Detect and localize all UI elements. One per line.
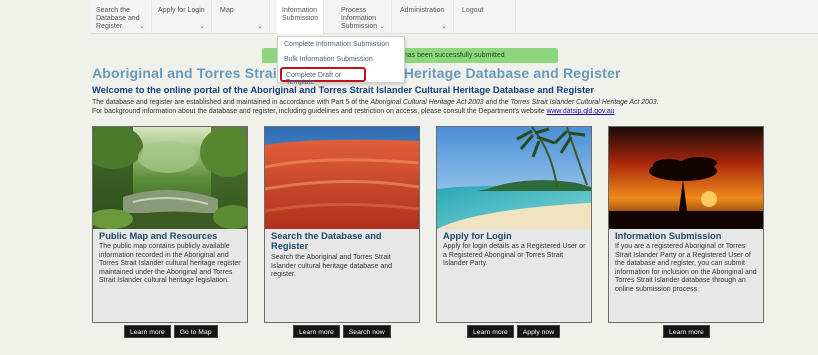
intro-text-part: and the — [483, 99, 511, 106]
act-name: Torres Strait Islander Cultural Heritage… — [510, 99, 657, 106]
nav-item-label: Logout — [462, 7, 484, 14]
act-name: Aboriginal Cultural Heritage Act 2003 — [370, 99, 484, 106]
nav-item-label: Apply for Login — [158, 7, 205, 14]
nav-item-information-submission[interactable]: Information Submission — [277, 0, 324, 34]
go-to-map-button[interactable]: Go to Map — [173, 325, 218, 338]
nav-item-label: Administration — [400, 7, 445, 14]
top-navigation: Search the Database and Register ⌄ Apply… — [90, 0, 818, 34]
apply-now-button[interactable]: Apply now — [516, 325, 561, 338]
card-buttons-apply-login: Learn more Apply now — [467, 325, 561, 338]
welcome-heading: Welcome to the online portal of the Abor… — [92, 84, 594, 95]
card-title: Information Submission — [615, 231, 722, 241]
learn-more-button[interactable]: Learn more — [467, 325, 514, 338]
card-description: Apply for login details as a Registered … — [443, 243, 586, 268]
card-description: The public map contains publicly availab… — [99, 243, 241, 285]
card-search-database: Search the Database and Register Search … — [264, 126, 420, 323]
card-buttons-public-map: Learn more Go to Map — [124, 325, 218, 338]
menu-item-bulk-information-submission[interactable]: Bulk Information Submission — [278, 52, 404, 67]
card-buttons-search-database: Learn more Search now — [293, 325, 391, 338]
nav-item-label: Information Submission — [282, 7, 319, 22]
nav-item-label: Map — [220, 7, 234, 14]
card-description: If you are a registered Aboriginal or To… — [615, 243, 757, 293]
nav-item-process-information-submission[interactable]: Process Information Submission ⌄ — [324, 0, 392, 34]
card-public-map: Public Map and Resources The public map … — [92, 126, 248, 323]
tropical-beach-image — [437, 127, 591, 229]
chevron-down-icon: ⌄ — [379, 23, 385, 30]
intro-text-part: The database and register are establishe… — [92, 99, 371, 106]
department-website-link[interactable]: www.datsip.qld.gov.au — [546, 108, 614, 115]
card-title: Public Map and Resources — [99, 231, 218, 241]
card-buttons-information-submission: Learn more — [663, 325, 710, 338]
nav-item-label: Process Information Submission — [341, 7, 378, 30]
intro-text-part: For background information about the dat… — [92, 108, 547, 115]
chevron-down-icon: ⌄ — [199, 23, 205, 30]
search-now-button[interactable]: Search now — [342, 325, 391, 338]
sunset-tree-image — [609, 127, 763, 229]
card-title: Apply for Login — [443, 231, 512, 241]
success-message: n has been successfully submitted — [398, 52, 505, 59]
card-description: Search the Aboriginal and Torres Strait … — [271, 254, 393, 279]
learn-more-button[interactable]: Learn more — [124, 325, 171, 338]
chevron-down-icon: ⌄ — [441, 23, 447, 30]
information-submission-dropdown: Complete Information Submission Bulk Inf… — [277, 36, 405, 86]
card-title: Search the Database and Register — [271, 231, 382, 251]
card-apply-login: Apply for Login Apply for login details … — [436, 126, 592, 323]
learn-more-button[interactable]: Learn more — [663, 325, 710, 338]
intro-text-part: . — [656, 99, 659, 106]
nav-item-logout[interactable]: Logout — [454, 0, 516, 34]
menu-item-complete-information-submission[interactable]: Complete Information Submission — [278, 37, 404, 52]
red-desert-image — [265, 127, 419, 229]
nav-item-label: Search the Database and Register — [96, 7, 140, 30]
learn-more-button[interactable]: Learn more — [293, 325, 340, 338]
card-information-submission: Information Submission If you are a regi… — [608, 126, 764, 323]
nav-item-apply-login[interactable]: Apply for Login ⌄ — [152, 0, 212, 34]
nav-item-search-database[interactable]: Search the Database and Register ⌄ — [90, 0, 152, 34]
chevron-down-icon: ⌄ — [257, 23, 263, 30]
nav-item-administration[interactable]: Administration ⌄ — [392, 0, 454, 34]
chevron-down-icon: ⌄ — [139, 23, 145, 30]
intro-text: The database and register are establishe… — [92, 98, 782, 116]
rainforest-image — [93, 127, 247, 229]
nav-item-map[interactable]: Map ⌄ — [212, 0, 270, 34]
menu-item-complete-draft-or-template[interactable]: Complete Draft or Template — [280, 67, 366, 86]
